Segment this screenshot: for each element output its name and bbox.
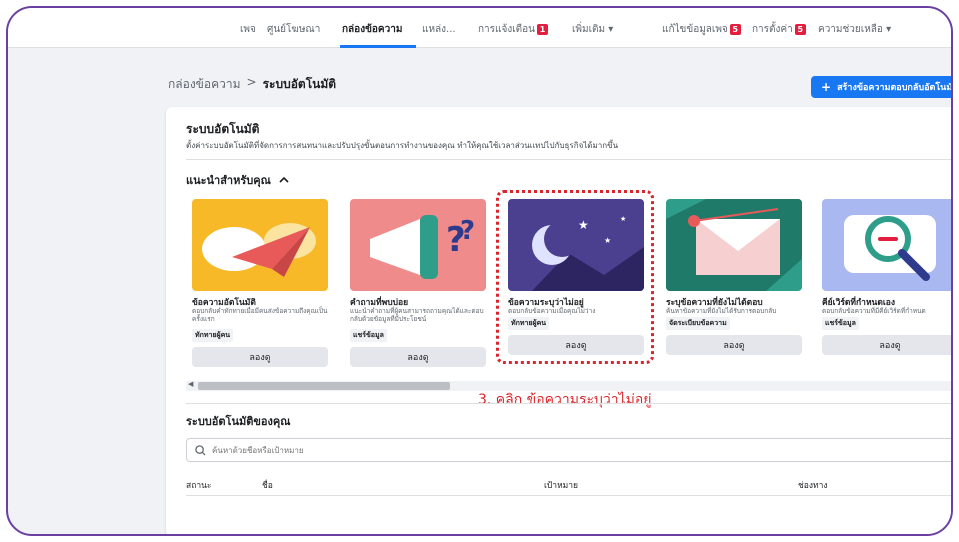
nav-notifications[interactable]: การแจ้งเตือน 1	[478, 22, 548, 37]
create-button-label: สร้างข้อความตอบกลับอัตโนมัติ	[837, 83, 953, 93]
try-button[interactable]: ลองดู	[822, 335, 951, 355]
card-tag: แชร์ข้อมูล	[350, 329, 387, 342]
paper-plane-illustration	[192, 199, 328, 291]
search-input[interactable]	[212, 445, 512, 455]
recommended-toggle[interactable]: แนะนำสำหรับคุณ	[186, 171, 289, 189]
nav-label: ศูนย์โฆษณา	[267, 24, 321, 35]
nav-page[interactable]: เพจ	[240, 22, 256, 37]
column-channel: ช่องทาง	[798, 481, 828, 491]
nav-label: การตั้งค่า	[752, 24, 793, 35]
nav-resources[interactable]: แหล่ง...	[422, 22, 456, 37]
breadcrumb-current: ระบบอัตโนมัติ	[262, 77, 337, 91]
nav-inbox[interactable]: กล่องข้อความ	[342, 22, 402, 37]
envelope-illustration	[666, 199, 802, 291]
instruction-annotation: 3. คลิก ข้อความระบุว่าไม่อยู่	[478, 392, 652, 408]
breadcrumb: กล่องข้อความ > ระบบอัตโนมัติ	[168, 75, 336, 94]
screenshot-frame: เพจ ศูนย์โฆษณา กล่องข้อความ แหล่ง... การ…	[6, 6, 953, 536]
card-description: ตอบกลับข้อความเมื่อคุณไม่ว่าง	[508, 307, 596, 315]
card-description: ค้นหาข้อความที่ยังไม่ได้รับการตอบกลับ	[666, 307, 777, 315]
search-box[interactable]	[186, 438, 951, 462]
recommended-heading: แนะนำสำหรับคุณ	[186, 174, 271, 187]
card-tag: ทักทายผู้คน	[192, 329, 234, 342]
card-description: แนะนำคำถามที่ผู้คนสามารถถามคุณได้และตอบก…	[350, 307, 484, 323]
nav-label: ความช่วยเหลือ ▾	[818, 24, 892, 35]
plus-icon: +	[821, 80, 832, 94]
card-auto-message: ข้อความอัตโนมัติ ตอบกลับคำทักทายเมื่อมีค…	[192, 199, 328, 369]
chevron-up-icon	[279, 176, 289, 183]
svg-text:★: ★	[620, 215, 626, 223]
card-tag: จัดระเบียบข้อความ	[666, 317, 730, 330]
nav-settings[interactable]: การตั้งค่า 5	[752, 22, 806, 37]
magnifier-illustration	[822, 199, 951, 291]
megaphone-illustration: ? ?	[350, 199, 486, 291]
column-goal: เป้าหมาย	[544, 481, 579, 491]
automation-panel: ระบบอัตโนมัติ ตั้งค่าระบบอัตโนมัติที่จัด…	[166, 107, 951, 534]
card-custom-keywords: คีย์เวิร์ดที่กำหนดเอง ตอบกลับข้อความที่ม…	[822, 199, 951, 369]
breadcrumb-inbox[interactable]: กล่องข้อความ	[168, 75, 241, 94]
card-away-message: ★ ★ ★ ข้อความระบุว่าไม่อยู่ ตอบกลับข้อคว…	[508, 199, 644, 369]
top-navigation: เพจ ศูนย์โฆษณา กล่องข้อความ แหล่ง... การ…	[8, 8, 951, 48]
create-auto-reply-button[interactable]: + สร้างข้อความตอบกลับอัตโนมัติ	[811, 76, 953, 98]
moon-illustration: ★ ★ ★	[508, 199, 644, 291]
nav-label: การแจ้งเตือน	[478, 24, 535, 35]
nav-more[interactable]: เพิ่มเติม ▾	[572, 22, 613, 37]
divider	[186, 403, 951, 404]
try-button[interactable]: ลองดู	[192, 347, 328, 367]
panel-title: ระบบอัตโนมัติ	[186, 122, 260, 136]
settings-badge: 5	[794, 24, 806, 35]
column-name: ชื่อ	[262, 481, 273, 491]
nav-label: เพจ	[240, 24, 256, 35]
card-unanswered: ระบุข้อความที่ยังไม่ได้ตอบ ค้นหาข้อความท…	[666, 199, 802, 369]
card-description: ตอบกลับคำทักทายเมื่อมีคนส่งข้อความถึงคุณ…	[192, 307, 328, 323]
search-icon	[195, 444, 206, 456]
nav-label: แก้ไขข้อมูลเพจ	[662, 24, 728, 35]
scroll-left-icon[interactable]: ◀	[188, 380, 193, 388]
card-tag: แชร์ข้อมูล	[822, 317, 859, 330]
column-status: สถานะ	[186, 481, 212, 491]
divider	[186, 159, 951, 160]
try-button[interactable]: ลองดู	[666, 335, 802, 355]
svg-text:★: ★	[604, 236, 611, 245]
divider	[186, 495, 951, 496]
card-description: ตอบกลับข้อความที่มีคีย์เวิร์ดที่กำหนด	[822, 307, 926, 315]
nav-ad-center[interactable]: ศูนย์โฆษณา	[267, 22, 320, 37]
notification-badge: 1	[536, 24, 548, 35]
nav-label: เพิ่มเติม ▾	[572, 24, 614, 35]
my-automations-title: ระบบอัตโนมัติของคุณ	[186, 415, 291, 428]
try-button[interactable]: ลองดู	[350, 347, 486, 367]
card-tag: ทักทายผู้คน	[508, 317, 550, 330]
nav-edit-page-info[interactable]: แก้ไขข้อมูลเพจ 5	[662, 22, 741, 37]
active-tab-indicator	[340, 45, 416, 48]
nav-help[interactable]: ความช่วยเหลือ ▾	[818, 22, 891, 37]
nav-label: กล่องข้อความ	[342, 24, 403, 35]
scrollbar-thumb[interactable]	[198, 382, 450, 390]
try-button[interactable]: ลองดู	[508, 335, 644, 355]
nav-label: แหล่ง...	[422, 24, 456, 35]
card-faq: ? ? คำถามที่พบบ่อย แนะนำคำถามที่ผู้คนสาม…	[350, 199, 486, 369]
svg-text:★: ★	[578, 218, 589, 232]
svg-text:?: ?	[460, 216, 475, 246]
panel-description: ตั้งค่าระบบอัตโนมัติที่จัดการการสนทนาและ…	[186, 141, 619, 150]
edit-badge: 5	[729, 24, 741, 35]
breadcrumb-separator: >	[246, 75, 257, 89]
